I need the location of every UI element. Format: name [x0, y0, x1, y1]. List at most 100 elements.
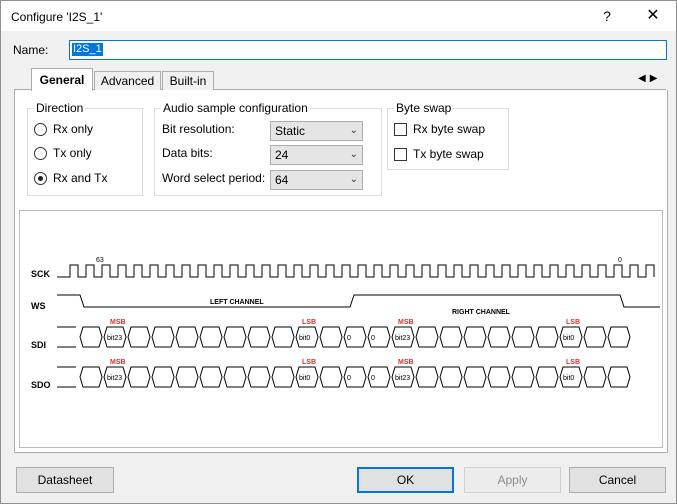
select-value: 24 — [275, 148, 289, 162]
chevron-down-icon: ⌄ — [349, 174, 358, 185]
sdo-bit-cell — [439, 366, 463, 388]
timing-diagram-svg: SCK WS SDI SDO LEFT CHANNEL RIGHT CHANNE… — [31, 257, 660, 390]
sdo-bit-cell — [583, 366, 607, 388]
left-channel-label: LEFT CHANNEL — [210, 299, 264, 306]
radio-label: Tx only — [53, 146, 92, 160]
sdi-bit-cell — [487, 326, 511, 348]
sdo-marker-text: LSB — [566, 359, 580, 366]
checkbox-rx-byte-swap[interactable]: Rx byte swap — [394, 121, 485, 137]
sck-start-index: 63 — [96, 257, 104, 264]
sdi-marker-text: MSB — [110, 319, 126, 326]
checkbox-label: Rx byte swap — [413, 122, 486, 136]
data-bits-select[interactable]: 24 ⌄ — [270, 145, 363, 165]
tab-advanced[interactable]: Advanced — [94, 71, 161, 90]
tab-scroll-arrows: ◀▶ — [638, 73, 661, 84]
ok-button[interactable]: OK — [357, 467, 454, 493]
sdi-bit-cell — [607, 326, 631, 348]
select-value: Static — [275, 124, 306, 138]
general-tab-panel: Direction Rx only Tx only Rx and Tx Audi… — [14, 90, 668, 453]
sdi-bit-cell — [271, 326, 295, 348]
sdi-marker-text: LSB — [302, 319, 316, 326]
sdo-marker-text: LSB — [302, 359, 316, 366]
name-input[interactable]: I2S_1 — [69, 40, 667, 60]
word-select-period-label: Word select period: — [162, 171, 266, 185]
sck-waveform — [57, 264, 655, 278]
sdo-idle-lines — [57, 366, 76, 388]
sdi-label: SDI — [31, 340, 46, 350]
sdi-bit-text: bit23 — [395, 335, 410, 342]
bit-resolution-select[interactable]: Static ⌄ — [270, 121, 363, 141]
sdi-bit-text: bit0 — [563, 335, 574, 342]
radio-indicator-selected[interactable] — [34, 172, 47, 186]
word-select-period-select[interactable]: 64 ⌄ — [270, 170, 363, 190]
checkbox-tx-byte-swap[interactable]: Tx byte swap — [394, 146, 484, 162]
sdo-bit-cell — [511, 366, 535, 388]
name-input-value: I2S_1 — [72, 43, 103, 56]
window-title: Configure 'I2S_1' — [11, 10, 103, 24]
sdi-bit-cell — [583, 326, 607, 348]
i2s-timing-diagram: SCK WS SDI SDO LEFT CHANNEL RIGHT CHANNE… — [19, 210, 663, 448]
tab-general[interactable]: General — [31, 68, 93, 91]
sck-end-index: 0 — [618, 257, 622, 264]
right-channel-label: RIGHT CHANNEL — [452, 309, 511, 316]
direction-group: Direction Rx only Tx only Rx and Tx — [27, 101, 143, 196]
checkbox-box[interactable] — [394, 123, 407, 137]
sdi-marker-text: LSB — [566, 319, 580, 326]
radio-indicator[interactable] — [34, 123, 47, 137]
sdo-bit-cell — [607, 366, 631, 388]
sdi-marker-text: MSB — [398, 319, 414, 326]
radio-label: Rx only — [53, 122, 94, 136]
sdi-bit-cell — [415, 326, 439, 348]
radio-rx-and-tx[interactable]: Rx and Tx — [34, 170, 107, 186]
sdo-bit-cell — [535, 366, 559, 388]
close-button[interactable]: ✕ — [630, 1, 676, 31]
sck-label: SCK — [31, 269, 51, 279]
direction-group-title: Direction — [34, 101, 86, 115]
sdi-bit-cell — [199, 326, 223, 348]
sdi-bit-text: 0 — [371, 335, 375, 342]
sdo-bit-text: bit23 — [395, 375, 410, 382]
cancel-button[interactable]: Cancel — [569, 467, 666, 493]
tab-scroll-right-icon[interactable]: ▶ — [650, 73, 662, 84]
sdo-bit-text: bit0 — [299, 375, 310, 382]
radio-rx-only[interactable]: Rx only — [34, 121, 93, 137]
sdo-label: SDO — [31, 380, 51, 390]
sdi-bit-cell — [175, 326, 199, 348]
sdi-bit-cell — [319, 326, 343, 348]
help-button[interactable]: ? — [584, 1, 630, 31]
sdi-bit-cell — [535, 326, 559, 348]
radio-indicator[interactable] — [34, 147, 47, 161]
sdo-bit-text: bit23 — [107, 375, 122, 382]
sdo-bit-cell — [223, 366, 247, 388]
sdi-bit-cell — [511, 326, 535, 348]
sdi-bit-text: bit0 — [299, 335, 310, 342]
sdo-bit-cell — [151, 366, 175, 388]
sdi-bit-cell — [463, 326, 487, 348]
radio-tx-only[interactable]: Tx only — [34, 145, 92, 161]
byte-swap-group: Byte swap Rx byte swap Tx byte swap — [387, 101, 509, 170]
sdo-bit-cell — [247, 366, 271, 388]
sdi-bit-text: bit23 — [107, 335, 122, 342]
apply-button[interactable]: Apply — [464, 467, 561, 493]
tab-built-in[interactable]: Built-in — [162, 71, 214, 90]
checkbox-box[interactable] — [394, 148, 407, 162]
sdo-marker-text: MSB — [110, 359, 126, 366]
name-label: Name: — [13, 43, 49, 57]
data-bits-label: Data bits: — [162, 146, 213, 160]
sdo-bit-cell — [487, 366, 511, 388]
sdo-bit-cell — [319, 366, 343, 388]
sdo-bit-cell — [199, 366, 223, 388]
datasheet-button[interactable]: Datasheet — [16, 467, 114, 493]
byte-swap-group-title: Byte swap — [394, 101, 454, 115]
sdo-bit-cell — [79, 366, 103, 388]
sdi-bit-cell — [439, 326, 463, 348]
sdi-bit-text: 0 — [347, 335, 351, 342]
sdo-bit-text: bit0 — [563, 375, 574, 382]
chevron-down-icon: ⌄ — [349, 149, 358, 160]
sdi-bit-cell — [223, 326, 247, 348]
sdi-bit-cell — [247, 326, 271, 348]
sdi-bit-cell — [79, 326, 103, 348]
tab-scroll-left-icon[interactable]: ◀ — [638, 73, 650, 84]
chevron-down-icon: ⌄ — [349, 125, 358, 136]
sdo-bit-text: 0 — [347, 375, 351, 382]
